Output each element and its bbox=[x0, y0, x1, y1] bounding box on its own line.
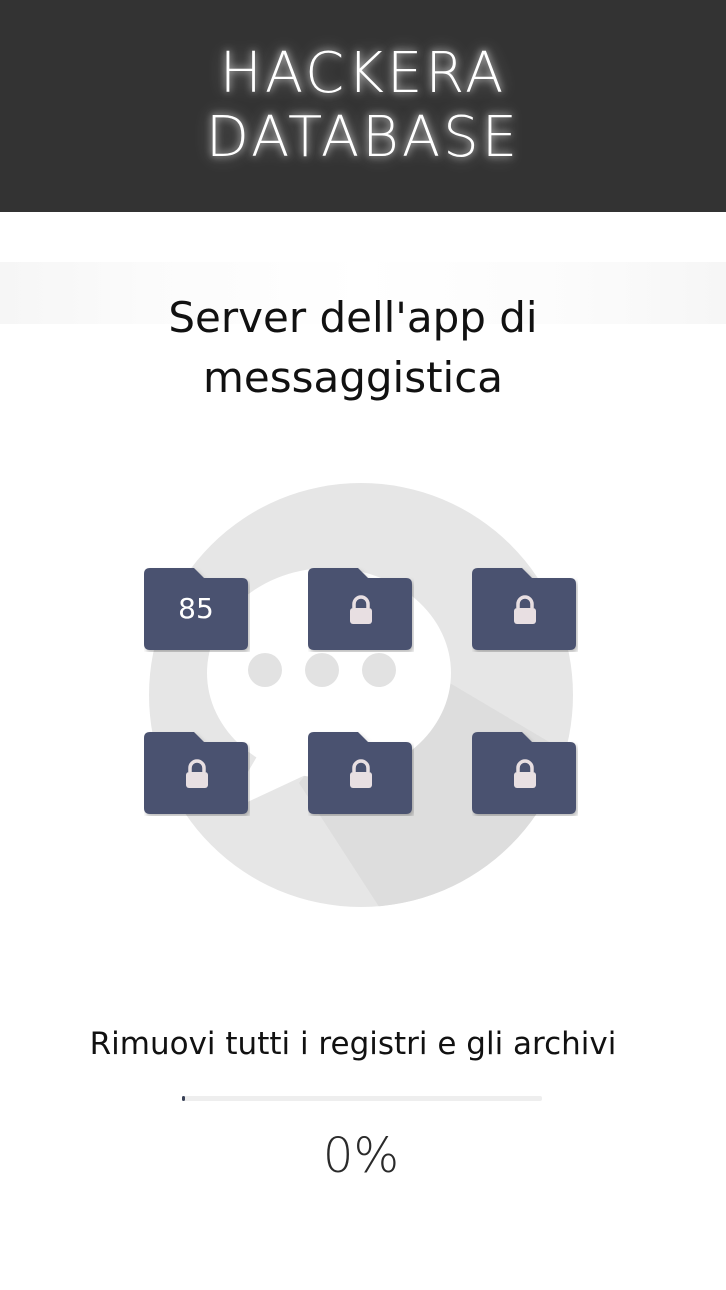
folder-unlocked[interactable]: 85 bbox=[144, 564, 250, 652]
task-label: Rimuovi tutti i registri e gli archivi bbox=[89, 1026, 617, 1062]
lock-icon bbox=[514, 759, 536, 788]
lock-icon bbox=[350, 759, 372, 788]
folder-locked[interactable] bbox=[308, 564, 414, 652]
folder-locked[interactable] bbox=[308, 728, 414, 816]
server-title: Server dell'app di messaggistica bbox=[0, 288, 706, 408]
lock-icon bbox=[186, 759, 208, 788]
chat-bubble-icon bbox=[149, 483, 573, 907]
header-banner: HACKERA DATABASE bbox=[0, 0, 726, 212]
lock-icon bbox=[350, 595, 372, 624]
server-title-line2: messaggistica bbox=[202, 353, 504, 402]
folder-locked[interactable] bbox=[472, 564, 578, 652]
server-title-line1: Server dell'app di bbox=[168, 293, 538, 342]
folder-locked[interactable] bbox=[472, 728, 578, 816]
progress-bar-fill bbox=[182, 1096, 185, 1101]
progress-percent: 0% bbox=[322, 1128, 400, 1184]
chat-bubble-illustration bbox=[149, 483, 573, 907]
header-title-line1: HACKERA bbox=[219, 41, 507, 106]
folder-locked[interactable] bbox=[144, 728, 250, 816]
lock-icon bbox=[514, 595, 536, 624]
folder-count: 85 bbox=[178, 592, 214, 625]
progress-bar bbox=[182, 1096, 542, 1101]
header-title-line2: DATABASE bbox=[205, 105, 521, 170]
